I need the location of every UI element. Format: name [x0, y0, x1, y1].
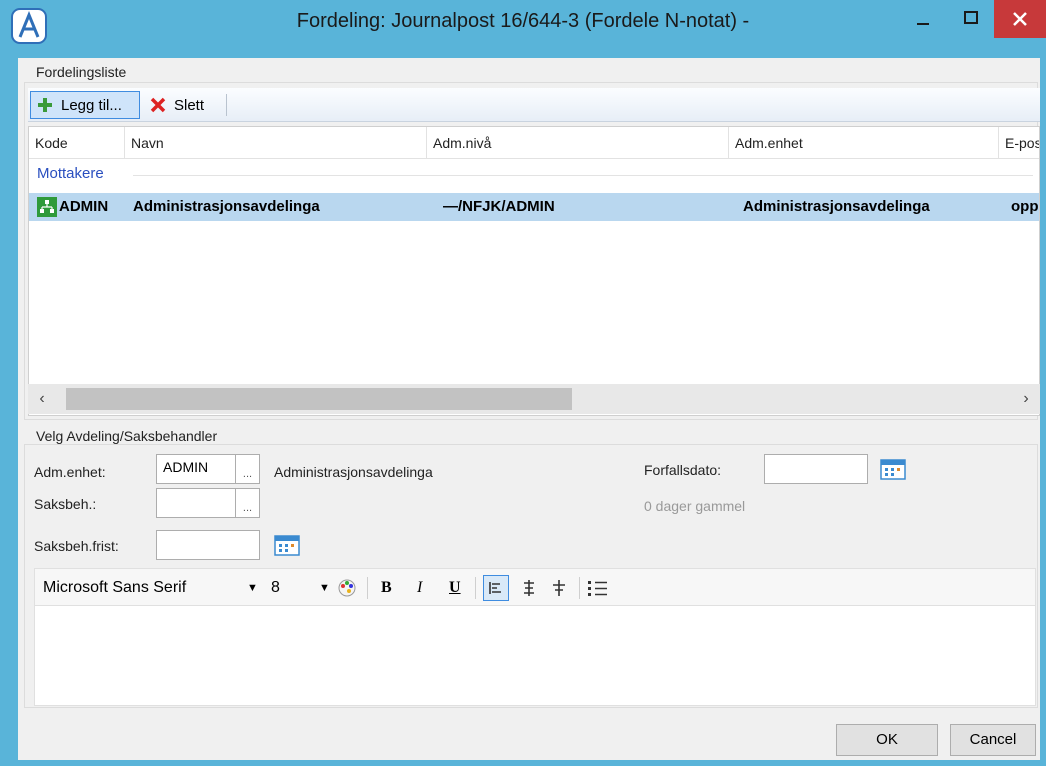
minimize-button[interactable] [898, 0, 948, 38]
align-left-icon[interactable] [483, 575, 509, 601]
bold-button[interactable]: B [381, 569, 397, 607]
distribution-group-title: Fordelingsliste [36, 64, 127, 80]
scroll-left-arrow-icon[interactable]: ‹ [28, 384, 56, 414]
dialog-client: Fordelingsliste Legg til... Slett Kode N… [18, 58, 1040, 760]
column-header-level[interactable]: Adm.nivå [427, 127, 729, 159]
group-divider [133, 175, 1033, 176]
row-code: ADMIN [59, 198, 109, 215]
plus-icon [38, 98, 52, 112]
delete-x-icon [150, 97, 166, 113]
column-header-name[interactable]: Navn [125, 127, 427, 159]
align-center-icon[interactable] [519, 578, 539, 598]
color-palette-icon[interactable] [337, 578, 357, 598]
horizontal-scrollbar[interactable]: ‹ › [28, 384, 1040, 414]
column-header-code[interactable]: Kode [29, 127, 125, 159]
case-handler-browse-button[interactable]: ... [236, 488, 260, 518]
dialog-window: Fordeling: Journalpost 16/644-3 (Fordele… [0, 0, 1046, 766]
cancel-button[interactable]: Cancel [950, 724, 1036, 756]
delete-button[interactable]: Slett [144, 91, 220, 119]
row-email: opp [1011, 198, 1039, 215]
distribution-toolbar: Legg til... Slett [28, 88, 1040, 122]
font-name-chevron-down-icon[interactable]: ▼ [247, 569, 259, 607]
row-unit: Administrasjonsavdelinga [743, 198, 930, 215]
font-size-chevron-down-icon[interactable]: ▼ [319, 569, 331, 607]
recipients-group-header[interactable]: Mottakere [37, 165, 104, 182]
adm-unit-label: Adm.enhet: [34, 464, 106, 480]
window-title: Fordeling: Journalpost 16/644-3 (Fordele… [296, 10, 750, 32]
align-right-icon[interactable] [549, 578, 569, 598]
ok-button[interactable]: OK [836, 724, 938, 756]
due-date-label: Forfallsdato: [644, 462, 722, 478]
toolbar-separator [226, 94, 227, 116]
delete-button-label: Slett [174, 96, 205, 114]
adm-unit-input[interactable]: ADMIN [156, 454, 236, 484]
column-header-unit[interactable]: Adm.enhet [729, 127, 999, 159]
distribution-list[interactable]: Kode Navn Adm.nivå Adm.enhet E-pos Motta… [28, 126, 1040, 416]
handler-deadline-label: Saksbeh.frist: [34, 538, 119, 554]
org-unit-icon [37, 197, 57, 217]
underline-button[interactable]: U [449, 569, 465, 607]
handler-deadline-input[interactable] [156, 530, 260, 560]
table-row[interactable]: ADMIN Administrasjonsavdelinga —/NFJK/AD… [29, 193, 1039, 221]
calendar-icon[interactable] [880, 458, 906, 480]
toolbar-separator [367, 577, 368, 599]
bullet-list-icon[interactable] [587, 578, 609, 598]
adm-unit-name: Administrasjonsavdelinga [274, 464, 433, 480]
case-handler-input[interactable] [156, 488, 236, 518]
calendar-icon[interactable] [274, 534, 300, 556]
column-header-email[interactable]: E-pos [999, 127, 1039, 159]
scroll-right-arrow-icon[interactable]: › [1012, 384, 1040, 414]
toolbar-separator [475, 577, 476, 599]
scrollbar-thumb[interactable] [66, 388, 572, 410]
title-bar[interactable]: Fordeling: Journalpost 16/644-3 (Fordele… [0, 0, 1046, 58]
italic-button[interactable]: I [417, 569, 433, 607]
row-level: —/NFJK/ADMIN [443, 198, 555, 215]
add-button[interactable]: Legg til... [30, 91, 140, 119]
minimize-icon [917, 23, 929, 25]
font-size-dropdown[interactable]: 8 [271, 569, 301, 607]
font-name-dropdown[interactable]: Microsoft Sans Serif [43, 569, 243, 607]
rich-text-toolbar: Microsoft Sans Serif ▼ 8 ▼ B I U [34, 568, 1036, 606]
selector-group-title: Velg Avdeling/Saksbehandler [36, 428, 218, 444]
add-button-label: Legg til... [61, 96, 122, 114]
maximize-button[interactable] [948, 0, 994, 38]
adm-unit-browse-button[interactable]: ... [236, 454, 260, 484]
close-icon [1013, 12, 1027, 26]
case-handler-label: Saksbeh.: [34, 496, 97, 512]
age-text: 0 dager gammel [644, 498, 746, 514]
note-text-area[interactable] [34, 606, 1036, 706]
toolbar-separator [579, 577, 580, 599]
due-date-input[interactable] [764, 454, 868, 484]
row-name: Administrasjonsavdelinga [133, 198, 320, 215]
close-button[interactable] [994, 0, 1046, 38]
column-header-row: Kode Navn Adm.nivå Adm.enhet E-pos [29, 127, 1039, 159]
maximize-icon [964, 11, 978, 24]
